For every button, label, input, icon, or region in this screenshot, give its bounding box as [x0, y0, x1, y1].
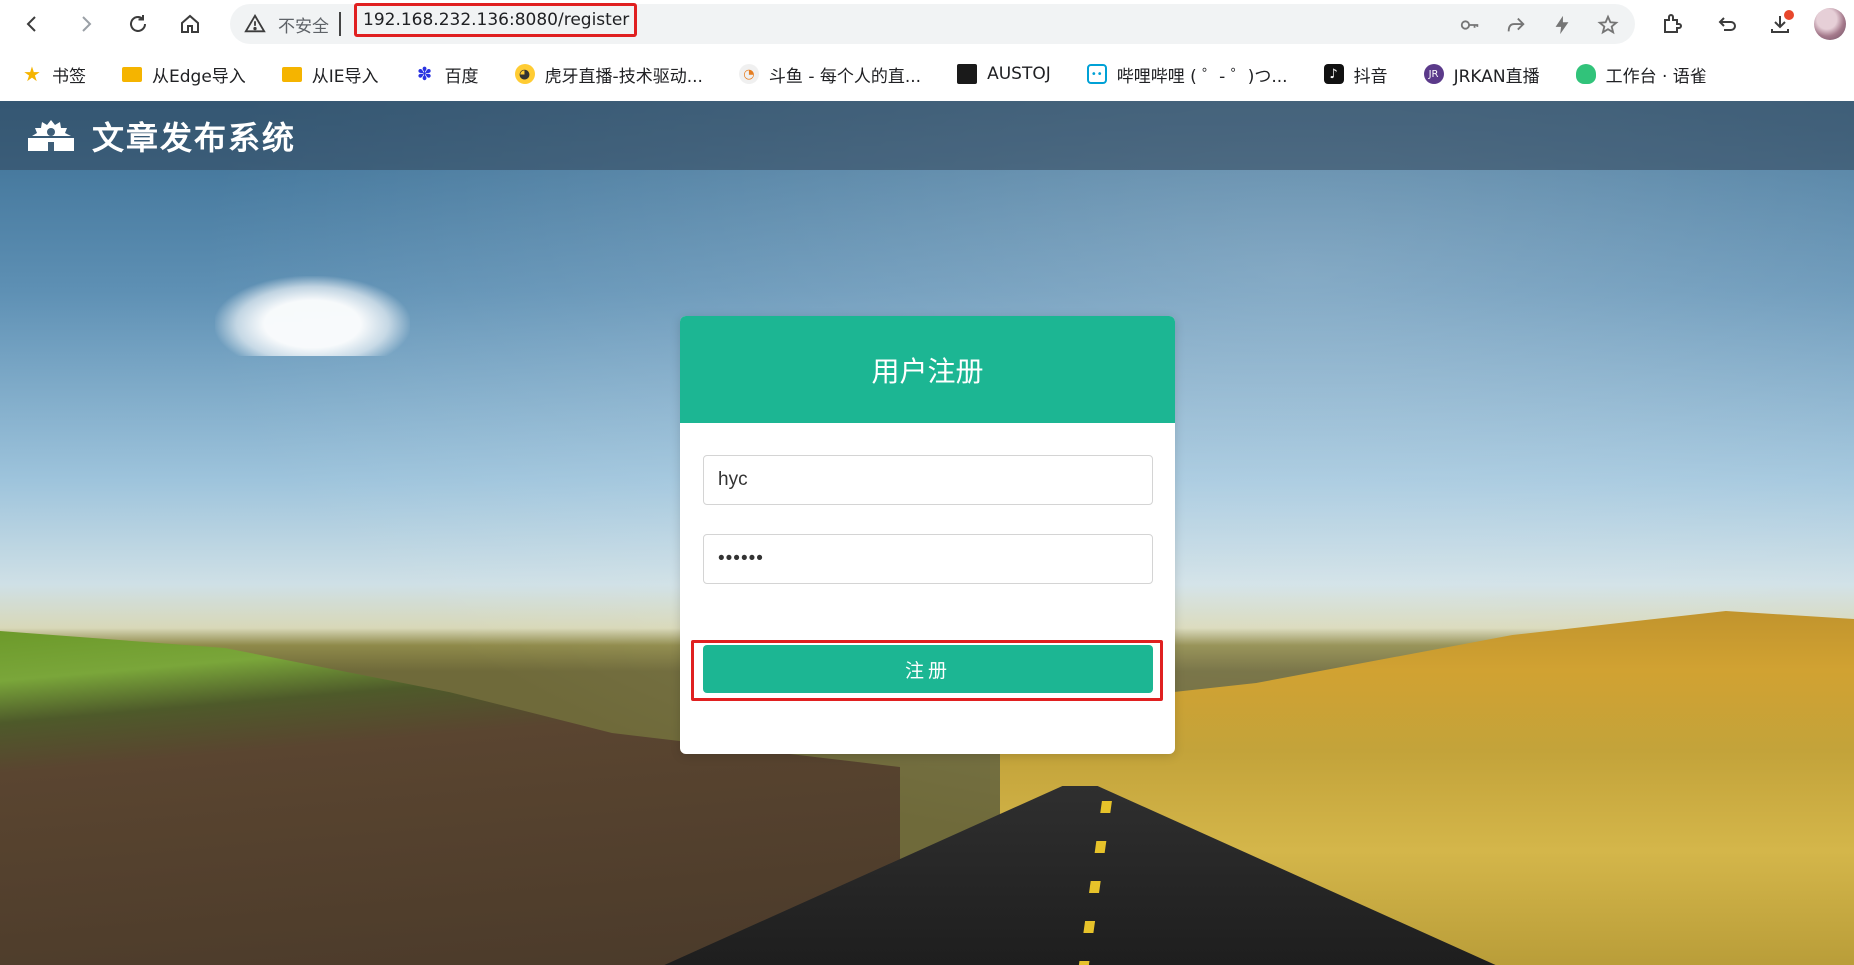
gear-house-logo-icon: [28, 119, 74, 151]
back-button[interactable]: [12, 4, 52, 44]
site-title: 文章发布系统: [92, 118, 297, 157]
bookmark-item-ie-import[interactable]: 从IE导入: [260, 56, 393, 92]
bookmark-item-huya[interactable]: ◕ 虎牙直播-技术驱动...: [493, 56, 717, 92]
star-bookmark-icon[interactable]: [1595, 12, 1621, 38]
bookmark-item-douyu[interactable]: ◔ 斗鱼 - 每个人的直...: [717, 56, 935, 92]
bookmark-item-bilibili[interactable]: •• 哔哩哔哩 ( ゜- ゜)つ...: [1065, 56, 1302, 92]
downloads-button[interactable]: [1760, 4, 1800, 44]
key-icon[interactable]: [1457, 12, 1483, 38]
bookmark-item-baidu[interactable]: ✽ 百度: [393, 56, 493, 92]
background-cloud: [215, 276, 410, 356]
register-card: 用户注册 注册: [680, 316, 1175, 754]
folder-icon: [122, 66, 142, 82]
bookmark-item-yuque[interactable]: 工作台 · 语雀: [1554, 56, 1721, 92]
site-header: 文章发布系统: [0, 101, 1854, 170]
register-heading: 用户注册: [680, 316, 1175, 423]
huya-icon: ◕: [514, 64, 535, 84]
warning-icon: [244, 13, 266, 33]
bookmark-item-edge-import[interactable]: 从Edge导入: [100, 56, 260, 92]
page-background: 文章发布系统 用户注册 注册: [0, 101, 1854, 965]
douyu-icon: ◔: [738, 64, 759, 84]
baidu-icon: ✽: [417, 63, 433, 85]
austoj-icon: [957, 64, 978, 84]
register-button[interactable]: 注册: [703, 645, 1153, 693]
address-bar-actions: [1457, 12, 1621, 38]
bookmarks-bar: ★ 书签 从Edge导入 从IE导入 ✽ 百度 ◕ 虎牙直播-技术驱动... ◔…: [0, 47, 1854, 101]
home-icon: [181, 14, 199, 33]
reload-icon: [130, 14, 146, 32]
puzzle-icon: [1664, 14, 1682, 33]
profile-avatar[interactable]: [1814, 8, 1846, 40]
extensions-button[interactable]: [1652, 4, 1692, 44]
username-input[interactable]: [703, 455, 1153, 505]
yuque-icon: [1575, 64, 1596, 84]
share-icon[interactable]: [1503, 12, 1529, 38]
browser-toolbar: 不安全 192.168.232.136:8080/register: [0, 0, 1854, 47]
bookmark-item-jrkan[interactable]: JR JRKAN直播: [1402, 56, 1554, 92]
address-separator: [339, 12, 341, 36]
undo-icon: [1718, 17, 1736, 31]
folder-icon: [281, 66, 302, 82]
lightning-icon[interactable]: [1549, 12, 1575, 38]
bookmark-item-austoj[interactable]: AUSTOJ: [935, 56, 1065, 92]
reload-button[interactable]: [118, 4, 158, 44]
password-input[interactable]: [703, 534, 1153, 584]
douyin-icon: ♪: [1323, 64, 1344, 84]
security-label[interactable]: 不安全: [278, 12, 329, 37]
bookmark-item-douyin[interactable]: ♪ 抖音: [1302, 56, 1402, 92]
star-icon: ★: [23, 62, 41, 86]
url-text[interactable]: 192.168.232.136:8080/register: [354, 3, 637, 37]
bilibili-icon: ••: [1086, 64, 1107, 84]
arrow-right-icon: [82, 15, 92, 32]
toolbar-right-actions: [1652, 4, 1854, 44]
bookmark-item-bookmarks[interactable]: ★ 书签: [0, 56, 100, 92]
arrow-left-icon: [26, 15, 36, 32]
jrkan-icon: JR: [1423, 64, 1444, 84]
forward-button[interactable]: [66, 4, 106, 44]
history-undo-button[interactable]: [1706, 4, 1746, 44]
address-bar[interactable]: 不安全 192.168.232.136:8080/register: [230, 3, 1635, 44]
home-button[interactable]: [170, 4, 210, 44]
download-badge: [1784, 10, 1794, 20]
